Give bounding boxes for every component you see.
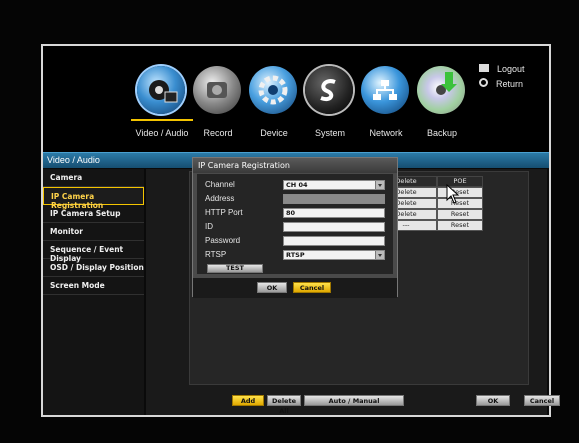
add-button[interactable]: Add	[232, 395, 264, 406]
dialog-body: Channel CH 04 Address HTTP Port 80 ID Pa…	[197, 174, 393, 274]
address-field[interactable]	[283, 194, 385, 204]
return-icon	[479, 78, 488, 87]
section-title: Video / Audio	[47, 155, 100, 165]
ip-camera-registration-dialog: IP Camera Registration Channel CH 04 Add…	[192, 157, 398, 298]
reset-button[interactable]: Reset	[437, 187, 483, 198]
top-menu-bar: Video / Audio Record Device System Netwo	[43, 46, 549, 152]
channel-label: Channel	[205, 180, 235, 189]
return-button[interactable]: Return	[479, 78, 523, 89]
sidebar-item-monitor[interactable]: Monitor	[43, 223, 144, 241]
rtsp-select[interactable]: RTSP	[283, 250, 385, 260]
dialog-cancel-button[interactable]: Cancel	[293, 282, 331, 293]
sidebar-item-ip-camera-registration[interactable]: IP Camera Registration	[43, 187, 144, 210]
device-icon	[249, 66, 297, 114]
cancel-button[interactable]: Cancel	[524, 395, 560, 406]
reset-button[interactable]: Reset	[437, 220, 483, 231]
reset-button[interactable]: Reset	[437, 209, 483, 220]
sidebar-item-camera[interactable]: Camera	[43, 169, 144, 187]
logout-button[interactable]: Logout	[479, 64, 525, 74]
dialog-footer: OK Cancel	[193, 278, 397, 298]
header-poe: POE	[437, 176, 483, 187]
delete-all-button[interactable]: Delete All	[267, 395, 301, 415]
id-field[interactable]	[283, 222, 385, 232]
ok-button[interactable]: OK	[476, 395, 510, 406]
rtsp-label: RTSP	[205, 250, 227, 259]
account-controls: Logout Return	[479, 64, 539, 98]
http-port-label: HTTP Port	[205, 208, 243, 217]
address-label: Address	[205, 194, 235, 203]
dialog-ok-button[interactable]: OK	[257, 282, 287, 293]
footer-buttons: Add Delete All Auto / Manual OK Cancel	[146, 395, 560, 415]
video-audio-icon	[137, 66, 185, 114]
id-label: ID	[205, 222, 213, 231]
network-icon	[361, 66, 409, 114]
password-field[interactable]	[283, 236, 385, 246]
menu-backup[interactable]: Backup	[407, 56, 477, 152]
reset-button[interactable]: Reset	[437, 198, 483, 209]
system-icon	[305, 66, 353, 114]
chevron-down-icon	[375, 181, 384, 189]
backup-icon	[417, 66, 465, 114]
dialog-title: IP Camera Registration	[193, 158, 397, 173]
test-button[interactable]: TEST	[207, 264, 263, 273]
password-label: Password	[205, 236, 241, 245]
http-port-field[interactable]: 80	[283, 208, 385, 218]
menu-label: Backup	[426, 128, 458, 138]
sidebar-item-screen-mode[interactable]: Screen Mode	[43, 277, 144, 295]
auto-manual-button[interactable]: Auto / Manual	[304, 395, 404, 406]
logout-icon	[479, 64, 489, 72]
channel-select[interactable]: CH 04	[283, 180, 385, 190]
chevron-down-icon	[375, 251, 384, 259]
sidebar: Camera IP Camera Registration IP Camera …	[43, 169, 144, 415]
record-icon	[193, 66, 241, 114]
sidebar-item-sequence-event-display[interactable]: Sequence / Event Display	[43, 241, 144, 263]
